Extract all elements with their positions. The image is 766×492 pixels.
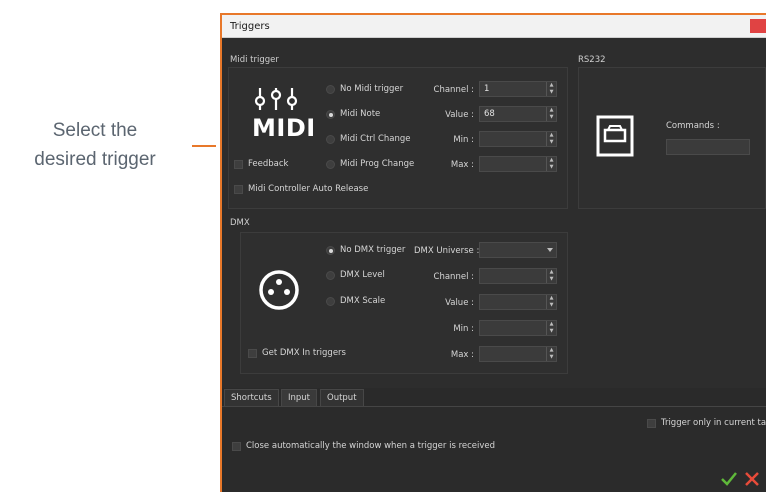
checkbox-label: Get DMX In triggers	[262, 348, 346, 358]
dmx-channel-field[interactable]: ▲ ▼	[479, 268, 557, 284]
field-label: Value :	[445, 298, 474, 308]
spin-arrows-icon[interactable]: ▲ ▼	[546, 107, 556, 121]
window-close-button[interactable]	[750, 19, 766, 33]
rs232-section-label: RS232	[578, 55, 606, 65]
radio-midi-ctrl-change[interactable]	[326, 135, 335, 144]
radio-label: DMX Level	[340, 270, 385, 280]
radio-midi-note[interactable]	[326, 110, 335, 119]
close-icon[interactable]	[744, 471, 760, 487]
get-dmx-in-checkbox[interactable]	[248, 349, 257, 358]
annotation-line-2: desired trigger	[34, 149, 156, 170]
annotation-line-1: Select the	[52, 120, 138, 141]
annotation-label: Select the desired trigger	[0, 116, 190, 174]
spin-arrows-icon[interactable]: ▲ ▼	[546, 321, 556, 335]
radio-dmx-scale[interactable]	[326, 297, 335, 306]
midi-value-field[interactable]: 68 ▲ ▼	[479, 106, 557, 122]
spin-arrows-icon[interactable]: ▲ ▼	[546, 347, 556, 361]
midi-channel-field[interactable]: 1 ▲ ▼	[479, 81, 557, 97]
midi-logo-icon	[254, 88, 298, 110]
radio-dmx-level[interactable]	[326, 271, 335, 280]
midi-logo-text: MIDI	[252, 114, 316, 142]
midi-max-field[interactable]: ▲ ▼	[479, 156, 557, 172]
dmx-connector-icon	[259, 270, 299, 310]
radio-label: DMX Scale	[340, 296, 386, 306]
field-label: Max :	[450, 350, 474, 360]
radio-label: Midi Prog Change	[340, 159, 415, 169]
field-label: Min :	[453, 324, 474, 334]
field-label: Channel :	[433, 85, 474, 95]
radio-midi-prog-change[interactable]	[326, 160, 335, 169]
tab-bar: Shortcuts Input Output	[222, 388, 766, 407]
feedback-checkbox[interactable]	[234, 160, 243, 169]
midi-min-field[interactable]: ▲ ▼	[479, 131, 557, 147]
title-bar: Triggers	[222, 15, 766, 38]
radio-no-midi-trigger[interactable]	[326, 85, 335, 94]
commands-input[interactable]	[666, 139, 750, 155]
dmx-section-label: DMX	[230, 218, 250, 228]
current-tab-only-checkbox[interactable]	[647, 419, 656, 428]
dmx-max-field[interactable]: ▲ ▼	[479, 346, 557, 362]
dmx-value-field[interactable]: ▲ ▼	[479, 294, 557, 310]
dmx-universe-label: DMX Universe :	[414, 246, 480, 256]
close-auto-checkbox[interactable]	[232, 442, 241, 451]
radio-label: Midi Ctrl Change	[340, 134, 411, 144]
window-title: Triggers	[230, 21, 270, 32]
midi-section-label: Midi trigger	[230, 55, 279, 65]
checkbox-label: Feedback	[248, 159, 289, 169]
dmx-universe-select[interactable]	[479, 242, 557, 258]
spin-arrows-icon[interactable]: ▲ ▼	[546, 269, 556, 283]
tab-content: Trigger only in current tab Close automa…	[222, 407, 766, 492]
radio-label: No Midi trigger	[340, 84, 404, 94]
auto-release-checkbox[interactable]	[234, 185, 243, 194]
field-label: Min :	[453, 135, 474, 145]
tab-input[interactable]: Input	[281, 389, 318, 406]
dmx-min-field[interactable]: ▲ ▼	[479, 320, 557, 336]
checkbox-label: Trigger only in current tab	[661, 418, 766, 428]
field-label: Channel :	[433, 272, 474, 282]
spin-arrows-icon[interactable]: ▲ ▼	[546, 295, 556, 309]
radio-label: Midi Note	[340, 109, 381, 119]
triggers-window: Triggers Midi trigger MIDI No Midi trigg…	[220, 13, 766, 492]
spin-arrows-icon[interactable]: ▲ ▼	[546, 82, 556, 96]
tab-output[interactable]: Output	[320, 389, 364, 406]
annotation-pointer	[192, 145, 216, 147]
field-label: Value :	[445, 110, 474, 120]
spin-arrows-icon[interactable]: ▲ ▼	[546, 132, 556, 146]
checkbox-label: Close automatically the window when a tr…	[246, 441, 496, 451]
tab-shortcuts[interactable]: Shortcuts	[224, 389, 279, 406]
checkbox-label: Midi Controller Auto Release	[248, 184, 369, 194]
field-label: Max :	[450, 160, 474, 170]
check-icon[interactable]	[720, 471, 738, 487]
serial-port-icon	[596, 115, 634, 157]
chevron-down-icon	[547, 248, 553, 252]
radio-label: No DMX trigger	[340, 245, 406, 255]
radio-no-dmx-trigger[interactable]	[326, 246, 335, 255]
commands-label: Commands :	[666, 121, 720, 131]
spin-arrows-icon[interactable]: ▲ ▼	[546, 157, 556, 171]
